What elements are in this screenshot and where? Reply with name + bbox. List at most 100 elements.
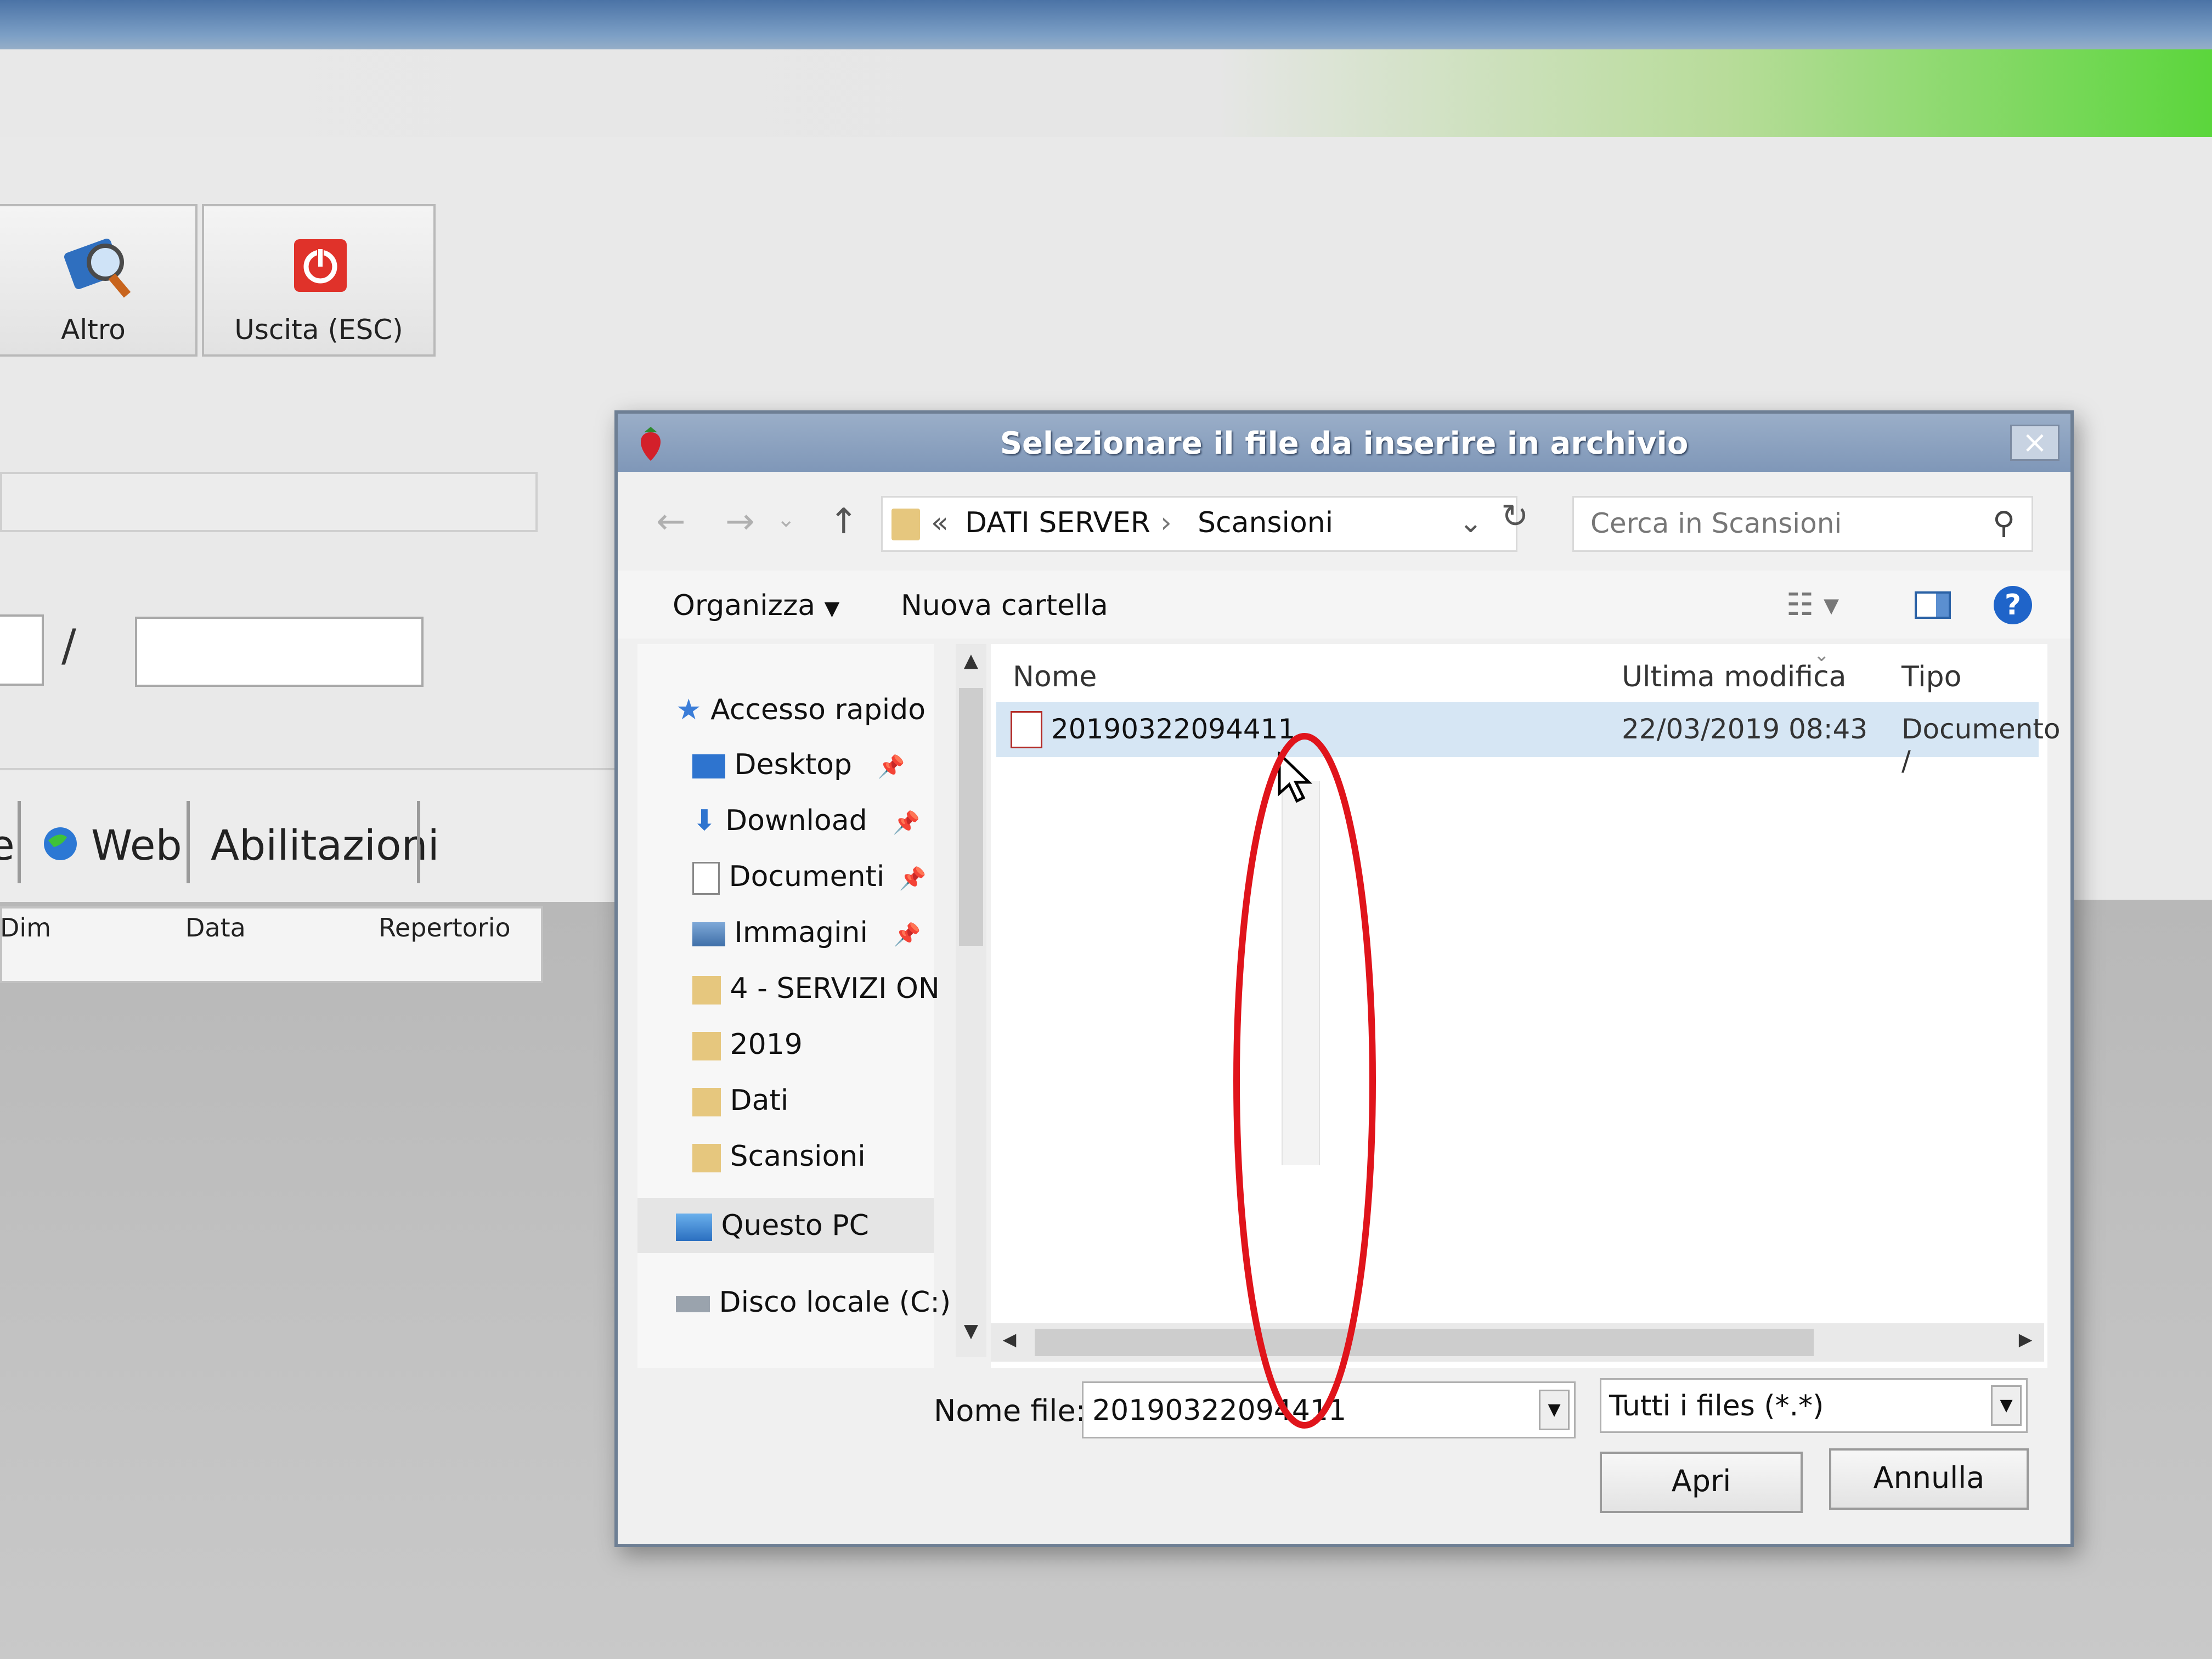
- sort-chevron-icon: ⌄: [1814, 644, 1830, 666]
- folder-icon: [692, 1032, 721, 1060]
- dropdown-arrow-icon: ▼: [824, 597, 840, 620]
- file-type-filter[interactable]: Tutti i files (*.*) ▼: [1600, 1378, 2028, 1433]
- nav-item-scansioni[interactable]: Scansioni: [692, 1140, 866, 1173]
- nav-this-pc-label: Questo PC: [721, 1209, 869, 1242]
- nav-item-label: Dati: [730, 1084, 789, 1117]
- preview-pane-icon[interactable]: [1915, 591, 1951, 619]
- breadcrumb-dati-server[interactable]: DATI SERVER: [965, 506, 1150, 539]
- nav-item-label: Immagini: [734, 916, 868, 949]
- file-row[interactable]: 20190322094411 22/03/2019 08:43 Document…: [996, 702, 2061, 777]
- uscita-button[interactable]: Uscita (ESC): [202, 204, 436, 357]
- organize-menu[interactable]: Organizza ▼: [673, 589, 839, 622]
- nav-this-pc[interactable]: Questo PC: [676, 1209, 869, 1242]
- power-icon: [294, 239, 347, 292]
- folder-icon: [692, 976, 721, 1005]
- new-folder-button[interactable]: Nuova cartella: [901, 589, 1108, 622]
- scroll-down-icon[interactable]: ▼: [958, 1320, 984, 1352]
- filter-dropdown-icon[interactable]: ▼: [1991, 1385, 2022, 1426]
- col-dim[interactable]: Dim: [0, 913, 51, 943]
- pictures-icon: [692, 922, 725, 946]
- tab-divider: [187, 801, 190, 883]
- tab-web[interactable]: Web: [91, 821, 182, 870]
- uscita-label: Uscita (ESC): [234, 314, 403, 346]
- nav-item-servizi[interactable]: 4 - SERVIZI ON: [692, 972, 940, 1005]
- app-header-band: [0, 49, 2212, 148]
- back-arrow-icon[interactable]: ←: [656, 501, 686, 542]
- tab-divider: [417, 801, 420, 883]
- app-field-frame: [0, 472, 538, 532]
- pdf-icon: [1011, 711, 1042, 748]
- col-header-modified[interactable]: Ultima modifica: [1622, 661, 1847, 693]
- tab-divider: [18, 801, 21, 883]
- altro-button[interactable]: Altro: [0, 204, 198, 357]
- search-box[interactable]: Cerca in Scansioni ⚲: [1572, 496, 2033, 552]
- up-arrow-icon[interactable]: ↑: [829, 501, 859, 542]
- altro-label: Altro: [61, 314, 126, 346]
- search-placeholder: Cerca in Scansioni: [1590, 507, 1842, 539]
- history-dropdown-icon[interactable]: ⌄: [1459, 506, 1483, 539]
- col-header-name[interactable]: Nome: [1013, 661, 1097, 693]
- computer-icon: [676, 1214, 712, 1241]
- nav-scroll-thumb[interactable]: [959, 688, 983, 946]
- scroll-left-icon[interactable]: ◀: [994, 1329, 1025, 1356]
- address-bar[interactable]: « DATI SERVER › Scansioni ⌄: [881, 496, 1517, 552]
- document-icon: [692, 862, 720, 895]
- pin-icon: 📌: [893, 810, 920, 836]
- forward-arrow-icon[interactable]: →: [725, 501, 755, 542]
- breadcrumb-overflow[interactable]: «: [931, 506, 949, 539]
- file-type: Documento /: [1901, 713, 2061, 777]
- recent-chevron-icon[interactable]: ⌄: [777, 507, 795, 532]
- nav-item-documenti[interactable]: Documenti 📌: [692, 860, 927, 895]
- star-icon: ★: [676, 693, 702, 726]
- nav-item-immagini[interactable]: Immagini 📌: [692, 916, 921, 949]
- close-button[interactable]: ×: [2010, 425, 2059, 461]
- col-header-type[interactable]: Tipo: [1901, 661, 1961, 693]
- tab-partial[interactable]: e: [0, 821, 15, 870]
- pin-icon: 📌: [893, 922, 921, 947]
- horizontal-scroll-thumb[interactable]: [1035, 1329, 1814, 1356]
- nav-item-download[interactable]: ⬇ Download 📌: [692, 804, 920, 837]
- breadcrumb-scansioni[interactable]: Scansioni: [1198, 506, 1333, 539]
- magnifier-book-icon: [64, 238, 131, 298]
- nav-item-label: Desktop: [734, 748, 852, 781]
- view-options-icon[interactable]: ☷ ▾: [1786, 587, 1839, 623]
- nav-item-label: Download: [725, 804, 867, 837]
- horizontal-scrollbar[interactable]: ◀ ▶: [991, 1323, 2044, 1362]
- folder-icon: [692, 1144, 721, 1172]
- pin-icon: 📌: [899, 866, 927, 891]
- cancel-button[interactable]: Annulla: [1829, 1448, 2029, 1510]
- field-separator: /: [61, 620, 76, 671]
- tab-abilitazioni[interactable]: Abilitazioni: [211, 821, 439, 870]
- file-modified: 22/03/2019 08:43: [1622, 713, 1868, 745]
- app-field-left[interactable]: [0, 614, 44, 686]
- nav-item-label: Scansioni: [730, 1140, 866, 1173]
- filter-value: Tutti i files (*.*): [1609, 1390, 1824, 1423]
- nav-quick-access-label: Accesso rapido: [710, 693, 926, 726]
- nav-item-dati[interactable]: Dati: [692, 1084, 788, 1117]
- drive-icon: [676, 1296, 710, 1312]
- col-repertorio[interactable]: Repertorio: [379, 913, 511, 943]
- dialog-title: Selezionare il file da inserire in archi…: [1000, 426, 1689, 461]
- help-icon[interactable]: ?: [1994, 586, 2032, 624]
- col-data[interactable]: Data: [185, 913, 246, 943]
- nav-item-desktop[interactable]: Desktop 📌: [692, 748, 905, 781]
- nav-item-2019[interactable]: 2019: [692, 1028, 803, 1061]
- dialog-titlebar[interactable]: Selezionare il file da inserire in archi…: [618, 414, 2070, 472]
- nav-quick-access[interactable]: ★ Accesso rapido: [676, 693, 926, 726]
- refresh-icon[interactable]: ↻: [1501, 497, 1528, 535]
- nav-local-disk[interactable]: Disco locale (C:): [676, 1286, 951, 1319]
- scroll-right-icon[interactable]: ▶: [2010, 1329, 2041, 1356]
- organize-label: Organizza: [673, 589, 816, 622]
- close-icon: ×: [2022, 425, 2048, 460]
- search-icon: ⚲: [1992, 505, 2015, 541]
- open-button[interactable]: Apri: [1600, 1452, 1803, 1513]
- app-field-right[interactable]: [135, 617, 424, 687]
- nav-scrollbar[interactable]: ▲ ▼: [956, 644, 986, 1357]
- scroll-up-icon[interactable]: ▲: [958, 650, 984, 681]
- red-annotation-ellipse: [1233, 733, 1376, 1429]
- filename-dropdown-icon[interactable]: ▼: [1539, 1390, 1570, 1430]
- nav-item-label: 2019: [730, 1028, 803, 1061]
- filename-label: Nome file:: [934, 1393, 1086, 1428]
- download-arrow-icon: ⬇: [692, 804, 716, 837]
- folder-icon: [891, 509, 920, 540]
